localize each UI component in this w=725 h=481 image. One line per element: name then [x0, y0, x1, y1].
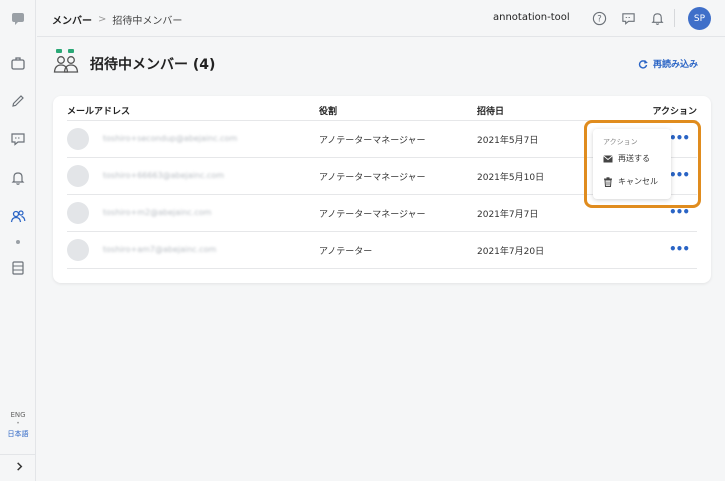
email-cell: toshiro+secondup@abejainc.com: [103, 134, 238, 143]
help-icon[interactable]: ?: [591, 10, 607, 26]
sidebar: ENG • 日本語: [0, 0, 36, 481]
top-header: メンバー > 招待中メンバー annotation-tool ? SP: [37, 0, 725, 37]
date-cell: 2021年5月7日: [477, 136, 539, 146]
notification-bell-icon[interactable]: [649, 10, 665, 26]
breadcrumb-members[interactable]: メンバー: [52, 12, 92, 27]
email-cell: toshiro+66663@abejainc.com: [103, 171, 224, 180]
avatar: [67, 239, 89, 261]
more-actions-button[interactable]: •••: [669, 242, 690, 256]
cancel-label: キャンセル: [618, 177, 658, 186]
nav-indicator-dot: [16, 240, 20, 244]
breadcrumb-separator: >: [98, 14, 107, 25]
invited-members-icon: [52, 49, 80, 75]
date-cell: 2021年5月10日: [477, 173, 545, 183]
users-icon[interactable]: [9, 207, 27, 225]
resend-menu-item[interactable]: 再送する: [603, 153, 650, 164]
resend-label: 再送する: [618, 154, 650, 163]
role-cell: アノテーターマネージャー: [319, 210, 426, 220]
trash-icon: [604, 176, 612, 187]
date-cell: 2021年7月20日: [477, 247, 545, 257]
avatar: [67, 165, 89, 187]
breadcrumb: メンバー > 招待中メンバー: [52, 12, 182, 27]
date-cell: 2021年7月7日: [477, 210, 539, 220]
breadcrumb-invited: 招待中メンバー: [112, 16, 183, 27]
header-role: 役割: [319, 107, 338, 117]
role-cell: アノテーター: [319, 247, 373, 257]
header-email: メールアドレス: [67, 107, 131, 117]
envelope-icon: [603, 154, 613, 162]
sidebar-divider: [0, 454, 36, 455]
lang-eng-option[interactable]: ENG: [0, 411, 36, 419]
chat-logo-icon[interactable]: [9, 10, 27, 28]
role-cell: アノテーターマネージャー: [319, 173, 426, 183]
action-menu-title: アクション: [603, 138, 638, 146]
pencil-icon[interactable]: [9, 92, 27, 110]
role-cell: アノテーターマネージャー: [319, 136, 426, 146]
organization-name[interactable]: annotation-tool: [493, 12, 570, 23]
lang-ja-option[interactable]: 日本語: [0, 429, 36, 439]
svg-text:?: ?: [597, 13, 601, 23]
action-menu: アクション 再送する キャンセル: [593, 129, 671, 199]
storage-icon[interactable]: [9, 259, 27, 277]
header-action: アクション: [652, 107, 697, 117]
header-invited-date: 招待日: [477, 107, 505, 117]
header-divider: [674, 9, 675, 27]
reload-label: 再読み込み: [653, 60, 699, 70]
bell-icon[interactable]: [9, 169, 27, 187]
avatar: [67, 128, 89, 150]
email-cell: toshiro+am7@abejainc.com: [103, 245, 217, 254]
reload-button[interactable]: 再読み込み: [638, 57, 698, 70]
lang-separator: •: [16, 420, 20, 427]
user-avatar[interactable]: SP: [688, 7, 711, 30]
chevron-right-icon[interactable]: [12, 459, 26, 473]
message-icon[interactable]: [9, 130, 27, 148]
briefcase-icon[interactable]: [9, 54, 27, 72]
page-title: 招待中メンバー (4): [90, 57, 216, 73]
table-row: toshiro+am7@abejainc.com アノテーター 2021年7月2…: [67, 232, 697, 269]
refresh-icon: [638, 59, 648, 69]
avatar: [67, 202, 89, 224]
feedback-icon[interactable]: [620, 10, 636, 26]
email-cell: toshiro+m2@abejainc.com: [103, 208, 212, 217]
cancel-menu-item[interactable]: キャンセル: [603, 176, 658, 187]
